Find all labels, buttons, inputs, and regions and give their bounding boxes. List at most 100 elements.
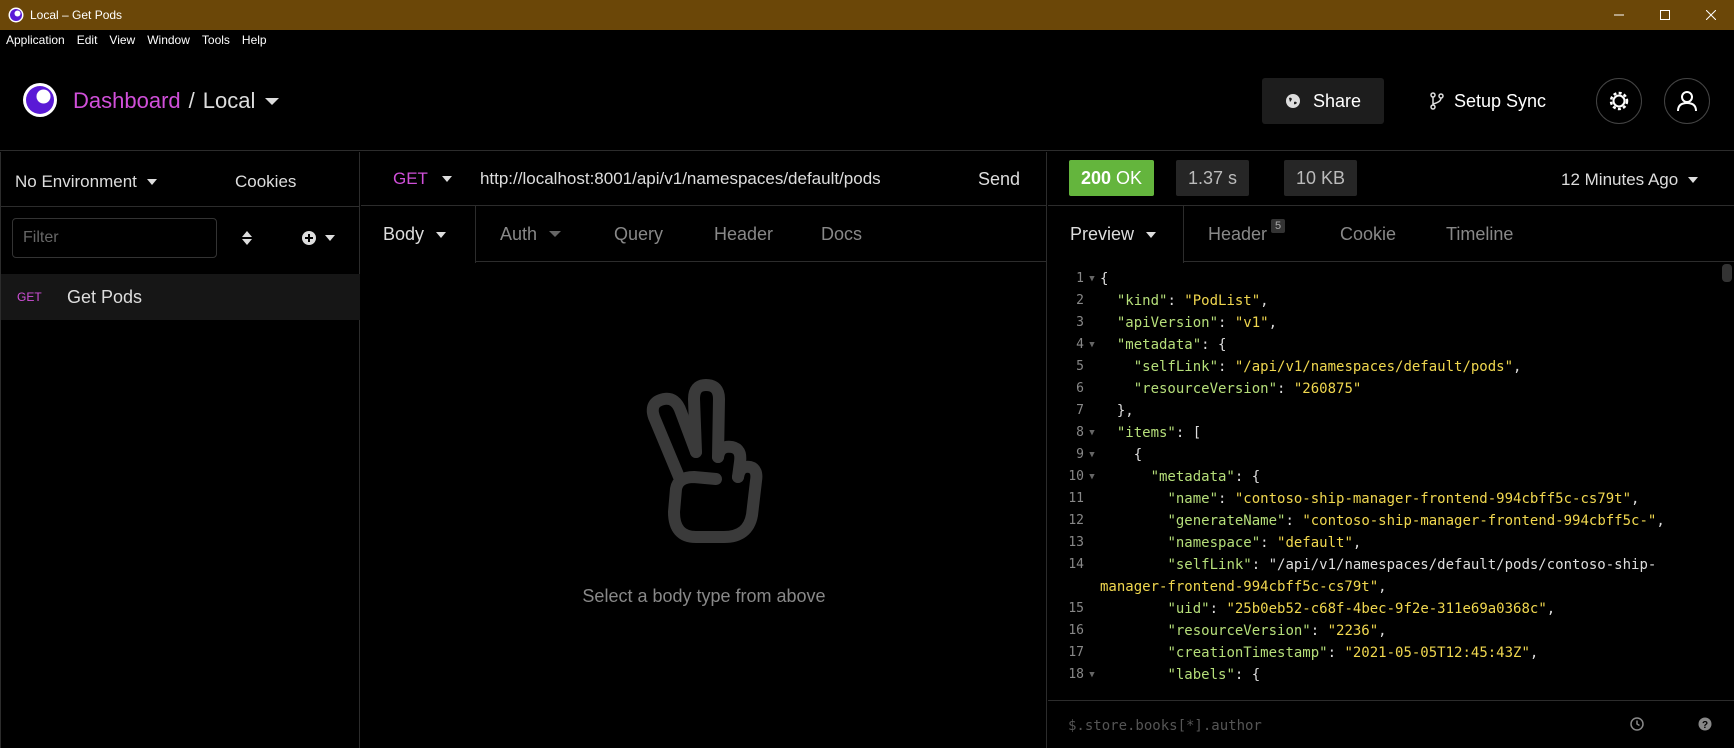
tab-header[interactable]: Header <box>714 206 773 262</box>
code-line: 11 "name": "contoso-ship-manager-fronten… <box>1048 488 1716 510</box>
fold-gutter <box>1084 598 1100 620</box>
share-button[interactable]: Share <box>1262 78 1384 124</box>
minimize-button[interactable] <box>1596 0 1642 30</box>
code-text: "metadata": { <box>1150 469 1261 485</box>
line-number: 12 <box>1068 513 1084 528</box>
line-number: 4 <box>1076 337 1084 352</box>
code-text: "resourceVersion": "260875" <box>1133 381 1362 397</box>
settings-button[interactable] <box>1596 78 1642 124</box>
fold-gutter <box>1084 642 1100 664</box>
cookies-button[interactable]: Cookies <box>235 172 296 192</box>
chevron-down-icon <box>146 179 157 185</box>
sort-icon[interactable] <box>241 230 253 246</box>
code-text: }, <box>1100 403 1134 419</box>
insomnia-logo-icon[interactable] <box>22 82 58 118</box>
svg-text:?: ? <box>1702 720 1708 731</box>
line-number: 17 <box>1068 645 1084 660</box>
menu-help[interactable]: Help <box>236 33 273 47</box>
fold-toggle-icon[interactable]: ▼ <box>1084 422 1100 444</box>
tab-timeline[interactable]: Timeline <box>1446 206 1513 262</box>
code-line: 14 "selfLink": "/api/v1/namespaces/defau… <box>1048 554 1716 576</box>
tab-body[interactable]: Body <box>361 206 476 263</box>
menu-view[interactable]: View <box>103 33 141 47</box>
code-text: "kind": "PodList", <box>1116 293 1269 309</box>
empty-body-illustration <box>361 377 1047 552</box>
add-request-button[interactable] <box>301 230 335 246</box>
code-text: "metadata": { <box>1116 337 1227 353</box>
line-number: 19 <box>1048 686 1084 688</box>
response-filter-input[interactable] <box>1068 715 1628 737</box>
send-button[interactable]: Send <box>978 169 1020 190</box>
code-line: 6 "resourceVersion": "260875" <box>1048 378 1716 400</box>
request-name: Get Pods <box>67 286 143 307</box>
plus-circle-icon <box>302 231 316 245</box>
line-number: 2 <box>1076 293 1084 308</box>
response-body-viewer[interactable]: 1 ▼{2 "kind": "PodList", 3 "apiVersion": "… <box>1048 268 1716 688</box>
fold-toggle-icon[interactable]: ▼ <box>1084 444 1100 466</box>
scrollbar[interactable] <box>1722 264 1732 282</box>
response-history-dropdown[interactable]: 12 Minutes Ago <box>1561 170 1699 190</box>
request-list-item[interactable]: GET Get Pods <box>1 274 360 320</box>
line-number: 3 <box>1076 315 1084 330</box>
status-code: 200 <box>1081 167 1112 188</box>
line-number: 8 <box>1076 425 1084 440</box>
maximize-icon <box>1660 10 1670 20</box>
fold-toggle-icon[interactable]: ▼ <box>1084 334 1100 356</box>
menu-edit[interactable]: Edit <box>71 33 104 47</box>
workspace-dropdown-icon[interactable] <box>265 97 280 105</box>
code-line: 16 "resourceVersion": "2236", <box>1048 620 1716 642</box>
method-selector[interactable]: GET <box>393 169 452 189</box>
tab-preview[interactable]: Preview <box>1048 206 1184 263</box>
filter-input[interactable] <box>12 218 217 258</box>
fold-gutter <box>1084 686 1100 688</box>
code-text: "name": "contoso-ship-manager-frontend-9… <box>1167 491 1640 507</box>
tab-auth[interactable]: Auth <box>500 206 562 262</box>
divider <box>1 206 360 207</box>
status-badge: 200 OK <box>1069 160 1155 196</box>
breadcrumb-workspace[interactable]: Local <box>203 88 256 114</box>
fold-gutter <box>1084 312 1100 334</box>
header-count-badge: 5 <box>1271 219 1286 233</box>
menu-application[interactable]: Application <box>0 33 71 47</box>
code-text: "resourceVersion": "2236", <box>1167 623 1387 639</box>
help-icon[interactable]: ? <box>1698 717 1712 731</box>
size-badge: 10 KB <box>1284 160 1358 196</box>
code-line: 10 ▼ "metadata": { <box>1048 466 1716 488</box>
empty-body-text: Select a body type from above <box>582 586 826 606</box>
app-header: Dashboard / Local Share Setup Sync <box>0 50 1734 151</box>
maximize-button[interactable] <box>1642 0 1688 30</box>
breadcrumb-dashboard[interactable]: Dashboard <box>73 88 181 114</box>
setup-sync-button[interactable]: Setup Sync <box>1430 78 1546 124</box>
code-line: 19 "app": "contoso-ship-manager-frontend… <box>1048 686 1716 688</box>
tab-response-header[interactable]: Header 5 <box>1208 206 1286 262</box>
code-line: 13 "namespace": "default", <box>1048 532 1716 554</box>
clock-icon[interactable] <box>1630 717 1644 731</box>
fold-gutter <box>1084 488 1100 510</box>
tab-docs[interactable]: Docs <box>821 206 862 262</box>
window-title: Local – Get Pods <box>30 8 123 22</box>
fold-toggle-icon[interactable]: ▼ <box>1084 664 1100 686</box>
code-text: { <box>1100 271 1109 287</box>
tab-header-label: Header <box>714 223 774 244</box>
fold-gutter <box>1084 554 1100 576</box>
fold-toggle-icon[interactable]: ▼ <box>1084 268 1100 290</box>
fold-toggle-icon[interactable]: ▼ <box>1084 466 1100 488</box>
code-text: "generateName": "contoso-ship-manager-fr… <box>1167 513 1665 529</box>
response-status-row: 200 OK 1.37 s 10 KB 12 Minutes Ago <box>1048 152 1734 206</box>
menu-window[interactable]: Window <box>141 33 196 47</box>
code-text: "labels": { <box>1167 667 1261 683</box>
menu-tools[interactable]: Tools <box>196 33 236 47</box>
tab-query[interactable]: Query <box>614 206 663 262</box>
account-button[interactable] <box>1664 78 1710 124</box>
chevron-down-icon <box>1146 231 1157 238</box>
response-filter-bar: ? <box>1048 700 1734 748</box>
url-input[interactable]: http://localhost:8001/api/v1/namespaces/… <box>480 169 881 189</box>
chevron-down-icon <box>436 231 447 238</box>
fold-gutter <box>1084 378 1100 400</box>
close-button[interactable] <box>1688 0 1734 30</box>
code-line: manager-frontend-994cbff5c-cs79t", <box>1048 576 1716 598</box>
code-line: 5 "selfLink": "/api/v1/namespaces/defaul… <box>1048 356 1716 378</box>
sidebar: No Environment Cookies GET Get Pods <box>0 152 360 748</box>
tab-cookie[interactable]: Cookie <box>1340 206 1396 262</box>
environment-selector[interactable]: No Environment <box>15 172 157 192</box>
